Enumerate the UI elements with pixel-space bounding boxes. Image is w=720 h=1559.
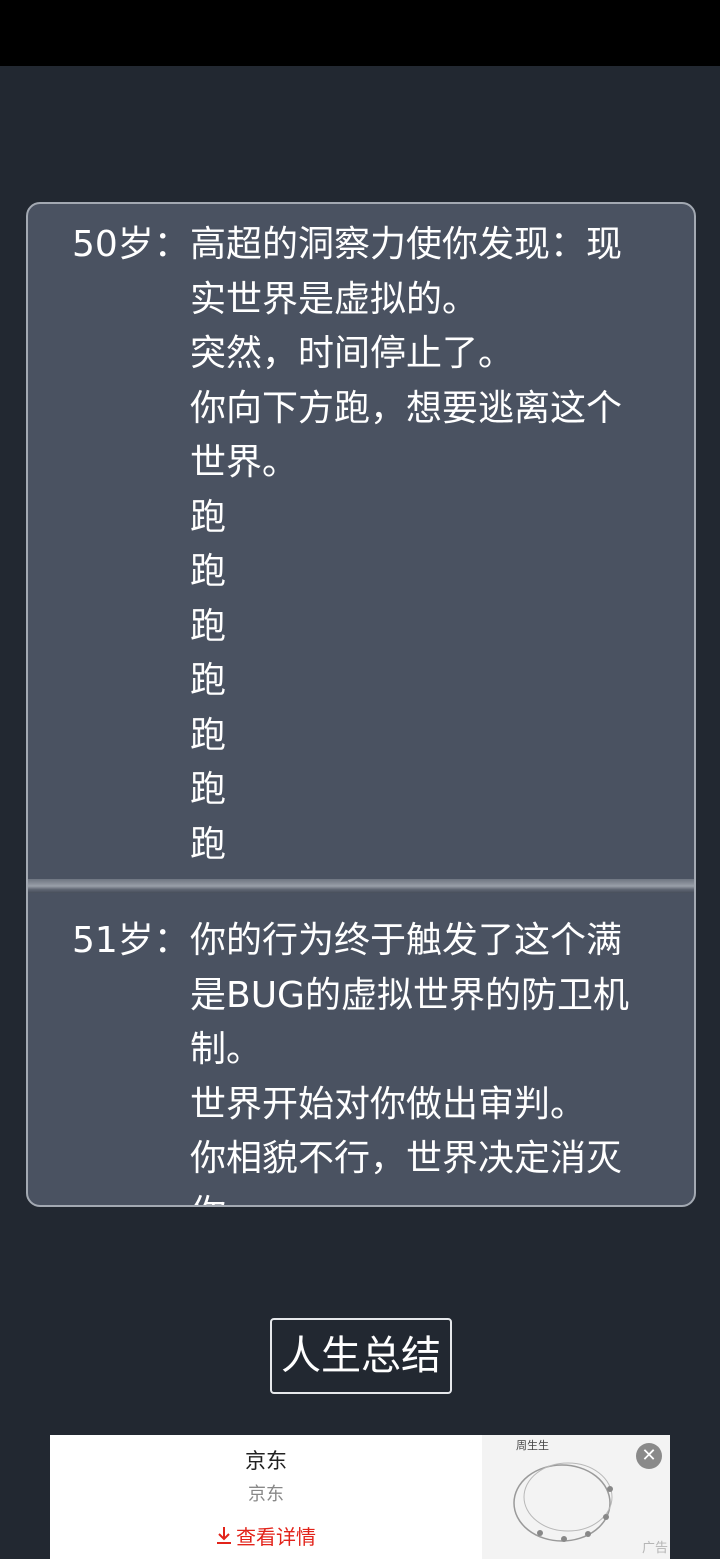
- ad-text-block[interactable]: 京东 京东 查看详情: [50, 1435, 482, 1559]
- log-entry-age-51: 51岁： 你的行为终于触发了这个满 是BUG的虚拟世界的防卫机 制。 世界开始对…: [28, 893, 694, 1206]
- entry-line: 跑: [190, 660, 227, 701]
- entry-line: 跑: [190, 823, 227, 865]
- entry-line: 跑: [190, 605, 227, 647]
- entry-line: 世界。: [190, 442, 299, 483]
- entry-age-label: 51岁：: [72, 920, 190, 961]
- entry-line: 实世界是虚拟的。: [190, 278, 479, 320]
- log-entry-age-50: 50岁： 高超的洞察力使你发现：现 实世界是虚拟的。 突然，时间停止了。 你向下…: [28, 204, 694, 879]
- entry-line: 跑: [190, 714, 227, 756]
- ad-banner[interactable]: 京东 京东 查看详情 周生生 ✕ 广告: [50, 1435, 670, 1559]
- life-log-panel[interactable]: 50岁： 高超的洞察力使你发现：现 实世界是虚拟的。 突然，时间停止了。 你向下…: [26, 202, 696, 1207]
- ad-product-image[interactable]: 周生生 ✕ 广告: [482, 1435, 670, 1559]
- entry-divider: [28, 879, 694, 893]
- entry-text: 高超的洞察力使你发现：现 实世界是虚拟的。 突然，时间停止了。 你向下方跑，想要…: [190, 218, 654, 879]
- entry-line: 是BUG的虚拟世界的防卫机: [190, 974, 629, 1016]
- entry-line: 制。: [190, 1029, 263, 1070]
- entry-age-label: 50岁：: [72, 224, 190, 265]
- ad-cta-label: 查看详情: [236, 1525, 316, 1549]
- download-arrow-icon: [216, 1523, 232, 1551]
- entry-line: 世界开始对你做出审判。: [190, 1083, 587, 1125]
- entry-line: 你向下方跑，想要逃离这个: [190, 387, 623, 429]
- close-icon[interactable]: ✕: [636, 1443, 662, 1469]
- status-bar: [0, 0, 720, 66]
- entry-line: 你的行为终于触发了这个满: [190, 920, 623, 961]
- entry-line: 突然，时间停止了。: [190, 333, 515, 374]
- entry-line: 你相貌不行，世界决定消灭: [190, 1138, 623, 1179]
- life-summary-button[interactable]: 人生总结: [270, 1318, 452, 1394]
- entry-line: 跑: [190, 769, 227, 810]
- entry-line: 跑: [190, 551, 227, 592]
- ad-view-details-link[interactable]: 查看详情: [50, 1523, 482, 1551]
- ad-brand-logo: 周生生: [516, 1439, 549, 1452]
- ad-subtitle: 京东: [248, 1484, 284, 1505]
- entry-text: 你的行为终于触发了这个满 是BUG的虚拟世界的防卫机 制。 世界开始对你做出审判…: [190, 914, 654, 1206]
- ad-title: 京东: [245, 1449, 287, 1473]
- entry-line: 跑: [190, 496, 227, 538]
- entry-line: 你: [190, 1187, 654, 1206]
- ad-label: 广告: [641, 1541, 668, 1556]
- entry-line: 高超的洞察力使你发现：现: [190, 224, 623, 265]
